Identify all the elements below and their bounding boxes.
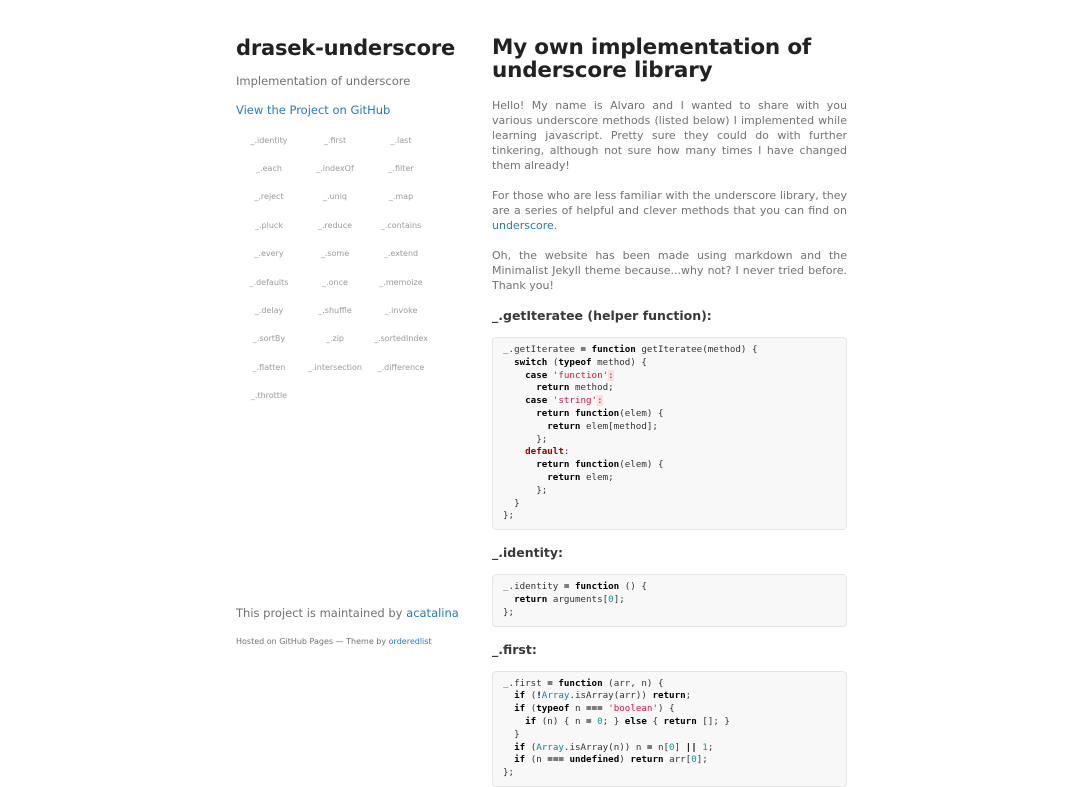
method-link-memoize[interactable]: _.memoize (368, 278, 434, 287)
page-title: My own implementation of underscore libr… (492, 35, 812, 83)
method-link-every[interactable]: _.every (236, 249, 302, 258)
method-link-filter[interactable]: _.filter (368, 164, 434, 173)
method-link-defaults[interactable]: _.defaults (236, 278, 302, 287)
paragraph-text: For those who are less familiar with the… (492, 189, 847, 217)
method-link-shuffle[interactable]: _.shuffle (302, 306, 368, 315)
site-title: drasek-underscore (236, 36, 456, 60)
method-link-contains[interactable]: _.contains (368, 221, 434, 230)
view-on-github-link[interactable]: View the Project on GitHub (236, 103, 390, 117)
hosted-text: Hosted on GitHub Pages — Theme by (236, 637, 387, 646)
method-link-throttle[interactable]: _.throttle (236, 391, 302, 400)
method-link-map[interactable]: _.map (368, 192, 434, 201)
underscore-paragraph: For those who are less familiar with the… (492, 188, 847, 233)
method-link-delay[interactable]: _.delay (236, 306, 302, 315)
method-link-difference[interactable]: _.difference (368, 363, 434, 372)
method-link-indexOf[interactable]: _.indexOf (302, 164, 368, 173)
method-link-pluck[interactable]: _.pluck (236, 221, 302, 230)
intro-paragraph: Hello! My name is Alvaro and I wanted to… (492, 99, 847, 172)
method-link-uniq[interactable]: _.uniq (302, 192, 368, 201)
method-link-first[interactable]: _.first (302, 136, 368, 145)
method-link-grid: _.identity _.first _.last _.each _.indexOf _.… (236, 126, 434, 410)
maintainer-line: This project is maintained by acatalina (236, 606, 459, 620)
section-heading-getiteratee: _.getIteratee (helper function): (492, 308, 712, 323)
method-link-extend[interactable]: _.extend (368, 249, 434, 258)
code-block-first: _.first = function (arr, n) { if (!Array… (492, 670, 847, 787)
hosted-line: Hosted on GitHub Pages — Theme by ordere… (236, 637, 432, 646)
underscore-link[interactable]: underscore (492, 219, 554, 232)
maintainer-prefix: This project is maintained by (236, 606, 403, 620)
code-block-identity: _.identity = function () { return argume… (492, 574, 847, 627)
method-link-each[interactable]: _.each (236, 164, 302, 173)
method-link-intersection[interactable]: _.intersection (302, 363, 368, 372)
method-link-reduce[interactable]: _.reduce (302, 221, 368, 230)
main-content: My own implementation of underscore libr… (492, 36, 847, 787)
paragraph-period: . (553, 219, 558, 232)
theme-paragraph: Oh, the website has been made using mark… (492, 249, 847, 292)
method-link-sortBy[interactable]: _.sortBy (236, 334, 302, 343)
method-link-invoke[interactable]: _.invoke (368, 306, 434, 315)
method-link-zip[interactable]: _.zip (302, 334, 368, 343)
section-heading-identity: _.identity: (492, 545, 563, 561)
method-link-once[interactable]: _.once (302, 278, 368, 287)
site-description: Implementation of underscore (236, 74, 411, 88)
method-link-identity[interactable]: _.identity (236, 136, 302, 145)
section-heading-first: _.first: (492, 641, 537, 657)
method-link-some[interactable]: _.some (302, 249, 368, 258)
maintainer-link[interactable]: acatalina (406, 606, 459, 620)
theme-author-link[interactable]: orderedlist (389, 637, 432, 646)
method-link-reject[interactable]: _.reject (236, 192, 302, 201)
code-block-getiteratee: _.getIteratee = function getIteratee(met… (492, 337, 847, 531)
method-link-last[interactable]: _.last (368, 136, 434, 145)
method-link-flatten[interactable]: _.flatten (236, 363, 302, 372)
method-link-sortedIndex[interactable]: _.sortedIndex (368, 334, 434, 343)
